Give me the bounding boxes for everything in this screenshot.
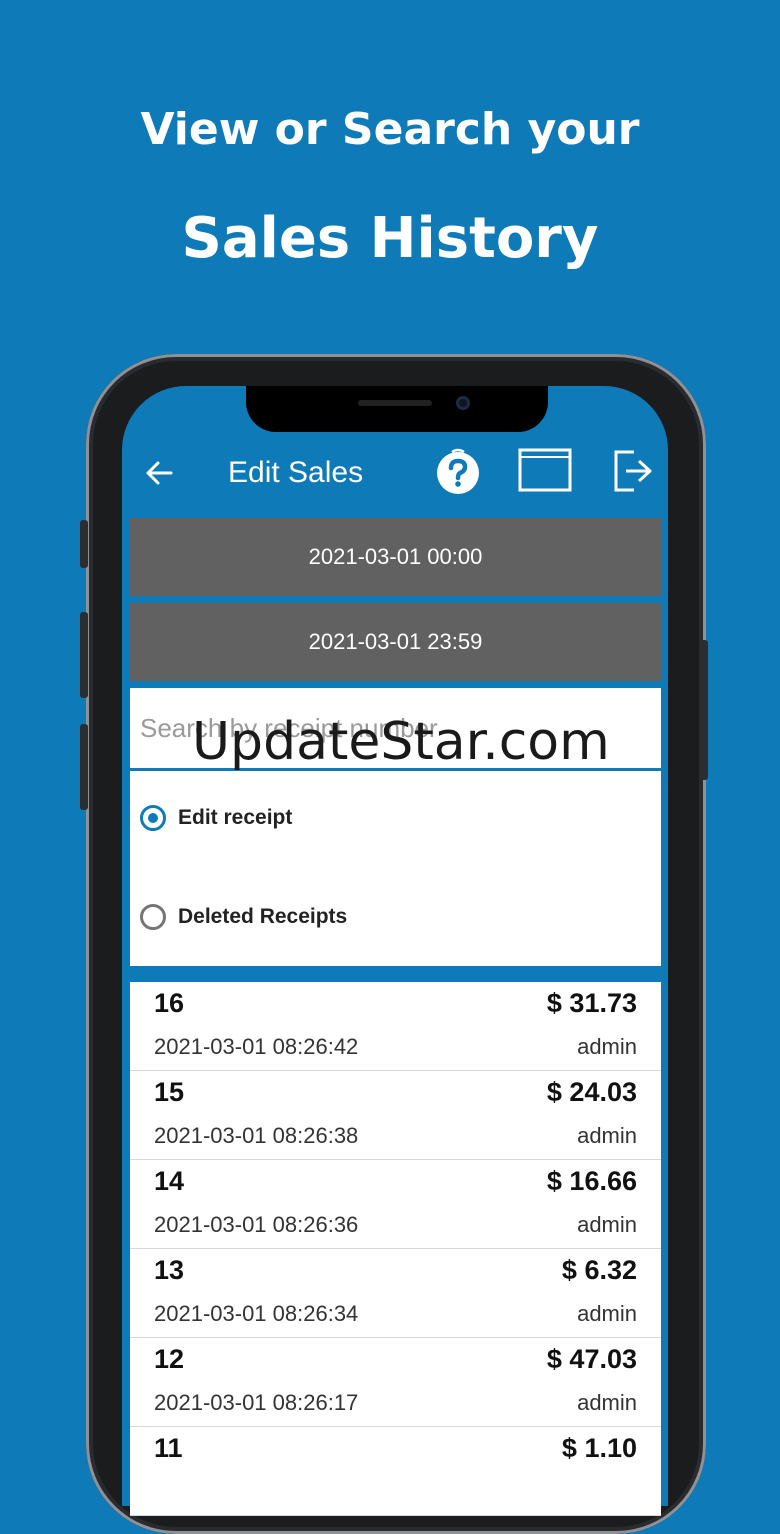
receipt-amount: $ 31.73 <box>546 988 637 1018</box>
receipt-amount: $ 1.10 <box>561 1433 637 1463</box>
receipt-datetime: 2021-03-01 08:26:36 <box>154 1212 359 1237</box>
logout-icon[interactable] <box>612 448 654 494</box>
receipt-datetime: 2021-03-01 08:26:34 <box>154 1301 359 1326</box>
headline-line1: View or Search your <box>140 104 640 155</box>
phone-power-button <box>700 640 708 780</box>
option-label: Edit receipt <box>178 806 293 829</box>
end-date-button[interactable]: 2021-03-01 23:59 <box>130 603 661 681</box>
headline-line2: Sales History <box>181 206 599 271</box>
receipt-datetime: 2021-03-01 08:26:42 <box>154 1034 359 1059</box>
phone-mute-button <box>80 520 88 568</box>
list-item[interactable]: 16 $ 31.73 2021-03-01 08:26:42 admin <box>130 982 661 1071</box>
receipt-user: admin <box>577 1123 637 1148</box>
page-title: Edit Sales <box>228 456 364 489</box>
receipt-number: 16 <box>154 988 185 1018</box>
receipt-number: 12 <box>154 1344 185 1374</box>
list-item[interactable]: 13 $ 6.32 2021-03-01 08:26:34 admin <box>130 1249 661 1338</box>
start-date-button[interactable]: 2021-03-01 00:00 <box>130 518 661 596</box>
receipt-list: 16 $ 31.73 2021-03-01 08:26:42 admin 15 … <box>130 982 661 1516</box>
list-item[interactable]: 15 $ 24.03 2021-03-01 08:26:38 admin <box>130 1071 661 1160</box>
help-icon[interactable] <box>434 448 482 496</box>
receipt-datetime: 2021-03-01 08:26:17 <box>154 1390 359 1415</box>
radio-unselected-icon[interactable] <box>140 904 166 930</box>
list-item[interactable]: 12 $ 47.03 2021-03-01 08:26:17 admin <box>130 1338 661 1427</box>
edit-receipt-option[interactable]: Edit receipt <box>140 805 292 831</box>
receipt-number: 14 <box>154 1166 185 1196</box>
date-range: 2021-03-01 00:00 2021-03-01 23:59 <box>130 518 661 688</box>
receipt-user: admin <box>577 1301 637 1326</box>
option-label: Deleted Receipts <box>178 905 348 928</box>
phone-volume-down-button <box>80 724 88 810</box>
watermark: UpdateStar.com <box>192 712 610 772</box>
receipt-amount: $ 16.66 <box>546 1166 637 1196</box>
window-icon[interactable] <box>518 446 572 492</box>
speaker-grille <box>358 400 432 406</box>
list-item[interactable]: 14 $ 16.66 2021-03-01 08:26:36 admin <box>130 1160 661 1249</box>
list-item[interactable]: 11 $ 1.10 <box>130 1427 661 1516</box>
app-bar: Edit Sales <box>122 440 668 512</box>
receipt-amount: $ 6.32 <box>561 1255 637 1285</box>
back-arrow-icon[interactable] <box>144 458 174 488</box>
deleted-receipts-option[interactable]: Deleted Receipts <box>140 904 347 930</box>
front-camera <box>456 396 470 410</box>
receipt-amount: $ 47.03 <box>546 1344 637 1374</box>
receipt-number: 15 <box>154 1077 185 1107</box>
phone-notch <box>246 386 548 432</box>
receipt-number: 11 <box>154 1433 183 1463</box>
receipt-user: admin <box>577 1390 637 1415</box>
receipt-user: admin <box>577 1034 637 1059</box>
receipt-user: admin <box>577 1212 637 1237</box>
receipt-datetime: 2021-03-01 08:26:38 <box>154 1123 359 1148</box>
receipt-mode-options: Edit receipt Deleted Receipts <box>130 771 661 966</box>
radio-selected-icon[interactable] <box>140 805 166 831</box>
receipt-number: 13 <box>154 1255 185 1285</box>
receipt-amount: $ 24.03 <box>546 1077 637 1107</box>
phone-volume-up-button <box>80 612 88 698</box>
